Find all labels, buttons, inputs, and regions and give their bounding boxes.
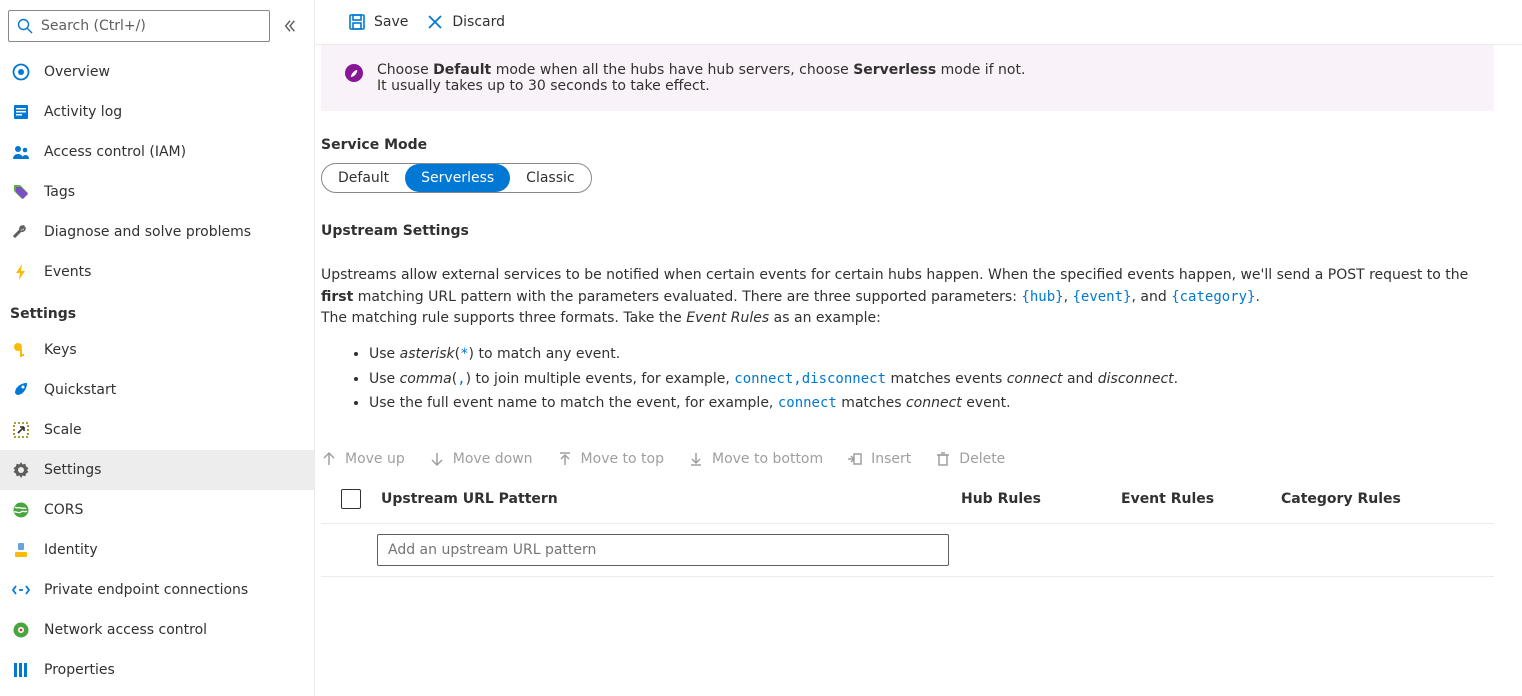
overview-icon <box>12 63 30 81</box>
sidebar-item-diagnose[interactable]: Diagnose and solve problems <box>0 212 314 252</box>
discard-button[interactable]: Discard <box>426 7 505 37</box>
sidebar-item-label: Events <box>44 264 91 280</box>
gear-icon <box>12 461 30 479</box>
sidebar-item-label: Quickstart <box>44 382 116 398</box>
sidebar-item-label: Private endpoint connections <box>44 582 248 598</box>
sidebar-item-label: Tags <box>44 184 75 200</box>
table-header: Upstream URL Pattern Hub Rules Event Rul… <box>321 475 1494 524</box>
search-icon <box>17 18 33 34</box>
tag-icon <box>12 183 30 201</box>
col-hub-rules: Hub Rules <box>961 491 1121 507</box>
sidebar-item-settings[interactable]: Settings <box>0 450 314 490</box>
chevron-double-left-icon <box>283 19 297 33</box>
network-icon <box>12 621 30 639</box>
sidebar-item-properties[interactable]: Properties <box>0 650 314 690</box>
sidebar: Search (Ctrl+/) Overview Activity log Ac… <box>0 0 315 696</box>
move-top-button[interactable]: Move to top <box>557 451 664 467</box>
insert-icon <box>847 451 863 467</box>
sidebar-item-label: Network access control <box>44 622 207 638</box>
delete-button[interactable]: Delete <box>935 451 1005 467</box>
upstream-url-input[interactable] <box>377 534 949 566</box>
sidebar-item-label: Keys <box>44 342 77 358</box>
arrow-up-icon <box>321 451 337 467</box>
insert-button[interactable]: Insert <box>847 451 911 467</box>
mode-serverless[interactable]: Serverless <box>405 164 510 192</box>
sidebar-item-events[interactable]: Events <box>0 252 314 292</box>
sidebar-item-activity-log[interactable]: Activity log <box>0 92 314 132</box>
key-icon <box>12 341 30 359</box>
service-mode-title: Service Mode <box>321 137 1494 153</box>
mode-classic[interactable]: Classic <box>510 164 590 192</box>
discard-label: Discard <box>452 14 505 30</box>
sidebar-item-private-endpoint[interactable]: Private endpoint connections <box>0 570 314 610</box>
upstream-description: Upstreams allow external services to be … <box>321 265 1494 330</box>
save-label: Save <box>374 14 408 30</box>
search-placeholder: Search (Ctrl+/) <box>41 18 146 34</box>
sidebar-item-label: Identity <box>44 542 98 558</box>
people-icon <box>12 143 30 161</box>
sidebar-item-cors[interactable]: CORS <box>0 490 314 530</box>
sidebar-item-identity[interactable]: Identity <box>0 530 314 570</box>
sidebar-item-scale[interactable]: Scale <box>0 410 314 450</box>
move-bottom-button[interactable]: Move to bottom <box>688 451 823 467</box>
sidebar-item-label: Access control (IAM) <box>44 144 186 160</box>
scale-icon <box>12 421 30 439</box>
globe-icon <box>12 501 30 519</box>
collapse-sidebar-button[interactable] <box>274 19 306 33</box>
mode-default[interactable]: Default <box>322 164 405 192</box>
quickstart-icon <box>12 381 30 399</box>
col-url-pattern: Upstream URL Pattern <box>381 491 961 507</box>
trash-icon <box>935 451 951 467</box>
endpoint-icon <box>12 581 30 599</box>
wrench-icon <box>12 223 30 241</box>
select-all-checkbox[interactable] <box>341 489 361 509</box>
sidebar-item-label: Activity log <box>44 104 122 120</box>
move-down-button[interactable]: Move down <box>429 451 533 467</box>
col-event-rules: Event Rules <box>1121 491 1281 507</box>
log-icon <box>12 103 30 121</box>
main-panel: Save Discard Choose Default mode when al… <box>315 0 1522 696</box>
sidebar-item-label: Scale <box>44 422 82 438</box>
info-banner: Choose Default mode when all the hubs ha… <box>321 45 1494 111</box>
properties-icon <box>12 661 30 679</box>
arrow-bottom-icon <box>688 451 704 467</box>
sidebar-item-label: Overview <box>44 64 110 80</box>
service-mode-toggle: Default Serverless Classic <box>321 163 592 193</box>
sidebar-item-label: Settings <box>44 462 101 478</box>
col-category-rules: Category Rules <box>1281 491 1441 507</box>
save-icon <box>348 13 366 31</box>
save-button[interactable]: Save <box>348 7 408 37</box>
sidebar-item-label: CORS <box>44 502 83 518</box>
sidebar-item-tags[interactable]: Tags <box>0 172 314 212</box>
sidebar-item-access-control[interactable]: Access control (IAM) <box>0 132 314 172</box>
sidebar-item-label: Properties <box>44 662 115 678</box>
sidebar-item-overview[interactable]: Overview <box>0 52 314 92</box>
arrow-top-icon <box>557 451 573 467</box>
sidebar-item-network-access[interactable]: Network access control <box>0 610 314 650</box>
arrow-down-icon <box>429 451 445 467</box>
move-up-button[interactable]: Move up <box>321 451 405 467</box>
table-row <box>321 524 1494 577</box>
sidebar-item-quickstart[interactable]: Quickstart <box>0 370 314 410</box>
sidebar-item-label: Diagnose and solve problems <box>44 224 251 240</box>
identity-icon <box>12 541 30 559</box>
search-input[interactable]: Search (Ctrl+/) <box>8 10 270 42</box>
row-operations: Move up Move down Move to top Move to bo… <box>321 451 1494 467</box>
rules-list: Use asterisk(*) to match any event. Use … <box>369 344 1494 415</box>
rocket-icon <box>345 64 363 82</box>
toolbar: Save Discard <box>315 0 1522 45</box>
bolt-icon <box>12 263 30 281</box>
upstream-settings-title: Upstream Settings <box>321 223 1494 239</box>
sidebar-item-keys[interactable]: Keys <box>0 330 314 370</box>
close-icon <box>426 13 444 31</box>
sidebar-section-settings: Settings <box>0 292 314 330</box>
